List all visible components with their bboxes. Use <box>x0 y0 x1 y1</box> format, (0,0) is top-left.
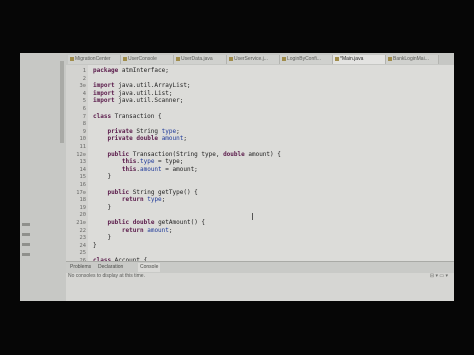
editor-tab[interactable]: UserData.java <box>174 55 227 64</box>
editor-tab[interactable]: *Main.java <box>333 55 386 64</box>
code-token: private <box>107 135 133 143</box>
code-token: String getType() { <box>129 188 198 196</box>
console-tab-console[interactable]: Console <box>138 263 161 272</box>
explorer-item-icon[interactable] <box>22 253 30 256</box>
code-token: package <box>93 67 119 74</box>
editor-tab[interactable]: BankLoginMai... <box>386 55 439 64</box>
java-file-icon <box>388 56 392 61</box>
editor-tab-label: BankLoginMai... <box>393 56 429 62</box>
code-token: getAmount() { <box>154 219 206 226</box>
editor-tab[interactable]: UserService.j... <box>227 55 280 64</box>
code-token: = amount; <box>161 165 198 173</box>
java-file-icon <box>282 56 286 61</box>
explorer-scrollbar[interactable] <box>60 61 64 143</box>
java-file-icon <box>176 56 180 61</box>
editor-tab-label: LoginByConfi... <box>287 56 321 62</box>
editor-tab-label: UserConsole <box>128 56 157 62</box>
code-token: ; <box>168 226 173 234</box>
code-token: this <box>121 158 137 166</box>
code-token: atmInterface; <box>118 67 169 74</box>
code-token: Transaction(String type, <box>129 150 224 158</box>
java-file-icon <box>123 56 127 61</box>
editor-tab[interactable]: MigrationCenter <box>68 55 121 64</box>
code-token: amount <box>147 226 169 234</box>
code-token: double <box>136 135 159 143</box>
code-token: public <box>107 188 130 196</box>
code-token: String <box>132 127 162 135</box>
code-token: amount <box>139 165 162 173</box>
java-file-icon <box>335 56 339 61</box>
code-token: type <box>147 196 162 204</box>
code-token: } <box>93 241 97 249</box>
code-token: public <box>107 150 130 158</box>
code-editor[interactable]: 1 package atmInterface; 2 3⊖ import java.uti… <box>66 65 454 264</box>
code-token: this <box>121 165 137 173</box>
code-token: = type; <box>154 158 184 166</box>
explorer-item-icon[interactable] <box>22 243 30 246</box>
code-token: import <box>93 97 115 105</box>
code-token: import <box>93 89 115 97</box>
code-token: java.util.List; <box>114 89 173 97</box>
editor-tab-label: UserService.j... <box>234 56 268 62</box>
console-tab-problems[interactable]: Problems <box>70 263 91 272</box>
code-token: ; <box>183 135 187 143</box>
editor-tab[interactable]: LoginByConfi... <box>280 55 333 64</box>
code-token: amount) { <box>244 150 281 158</box>
code-token: return <box>121 226 144 234</box>
code-token: return <box>121 196 144 204</box>
console-tab-declaration[interactable]: Declaration <box>98 263 123 272</box>
editor-tab[interactable]: UserConsole <box>121 55 174 64</box>
code-token: double <box>223 150 245 158</box>
code-token: } <box>93 173 112 181</box>
explorer-item-icon[interactable] <box>22 223 30 226</box>
code-token: type <box>139 158 155 166</box>
editor-tab-label: *Main.java <box>340 56 364 62</box>
console-message: No consoles to display at this time. <box>68 273 145 279</box>
code-token: type <box>161 127 177 135</box>
console-panel: No consoles to display at this time. ⊟ ▾… <box>66 273 454 301</box>
code-token: import <box>93 82 115 90</box>
editor-tab-label: UserData.java <box>181 56 213 62</box>
eclipse-window: MigrationCenter UserConsole UserData.java U… <box>20 53 454 301</box>
code-token: java.util.Scanner; <box>114 97 184 105</box>
console-toolbar-icons[interactable]: ⊟ ▾ ▭ ▾ <box>430 273 448 279</box>
java-file-icon <box>70 56 74 61</box>
package-explorer-strip <box>20 53 66 301</box>
explorer-item-icon[interactable] <box>22 233 30 236</box>
code-token: } <box>93 234 112 242</box>
java-file-icon <box>229 56 233 61</box>
code-token: Transaction { <box>111 112 162 120</box>
code-token: class <box>93 112 112 120</box>
code-token: ; <box>161 196 166 204</box>
code-token: ; <box>176 127 180 135</box>
code-token: } <box>93 203 112 211</box>
code-token: public <box>107 219 130 226</box>
code-token: amount <box>161 135 184 143</box>
code-token: java.util.ArrayList; <box>114 82 191 90</box>
console-tabbar: Problems Declaration Console <box>66 261 454 273</box>
code-token: private <box>107 127 133 135</box>
editor-tab-label: MigrationCenter <box>75 56 111 62</box>
code-token: double <box>132 219 155 226</box>
